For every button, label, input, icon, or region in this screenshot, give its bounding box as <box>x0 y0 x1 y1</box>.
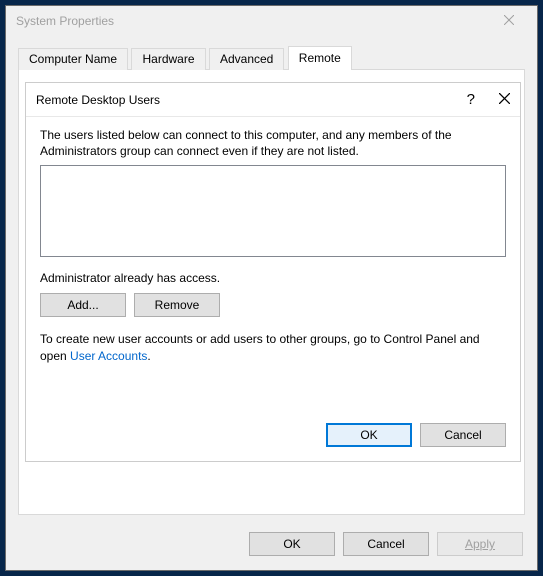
tab-remote[interactable]: Remote <box>288 46 352 71</box>
users-listbox[interactable] <box>40 165 506 257</box>
add-button[interactable]: Add... <box>40 293 126 317</box>
close-icon <box>504 14 514 28</box>
outer-apply-button: Apply <box>437 532 523 556</box>
remote-desktop-users-dialog: Remote Desktop Users ? The users listed … <box>25 82 521 462</box>
dialog-help-button[interactable]: ? <box>467 91 475 108</box>
outer-cancel-button[interactable]: Cancel <box>343 532 429 556</box>
dialog-body: The users listed below can connect to th… <box>26 117 520 376</box>
dialog-title: Remote Desktop Users <box>36 93 160 107</box>
tab-hardware[interactable]: Hardware <box>131 48 205 71</box>
dialog-cancel-button[interactable]: Cancel <box>420 423 506 447</box>
window-close-button[interactable] <box>486 7 531 35</box>
tab-computer-name[interactable]: Computer Name <box>18 48 128 71</box>
dialog-description: The users listed below can connect to th… <box>40 127 506 159</box>
titlebar: System Properties <box>6 6 537 36</box>
tab-panel-remote: Remote Desktop Users ? The users listed … <box>18 70 525 515</box>
remove-button[interactable]: Remove <box>134 293 220 317</box>
tab-advanced[interactable]: Advanced <box>209 48 284 71</box>
dialog-titlebar: Remote Desktop Users ? <box>26 83 520 117</box>
outer-ok-button[interactable]: OK <box>249 532 335 556</box>
hint-post: . <box>147 349 150 363</box>
admin-access-note: Administrator already has access. <box>40 271 506 285</box>
hint-text: To create new user accounts or add users… <box>40 331 506 363</box>
window-title: System Properties <box>16 14 114 28</box>
tabstrip: Computer Name Hardware Advanced Remote <box>18 46 525 70</box>
dialog-close-button[interactable] <box>499 93 510 107</box>
user-accounts-link[interactable]: User Accounts <box>70 349 147 363</box>
system-properties-window: System Properties Computer Name Hardware… <box>5 5 538 571</box>
dialog-ok-button[interactable]: OK <box>326 423 412 447</box>
